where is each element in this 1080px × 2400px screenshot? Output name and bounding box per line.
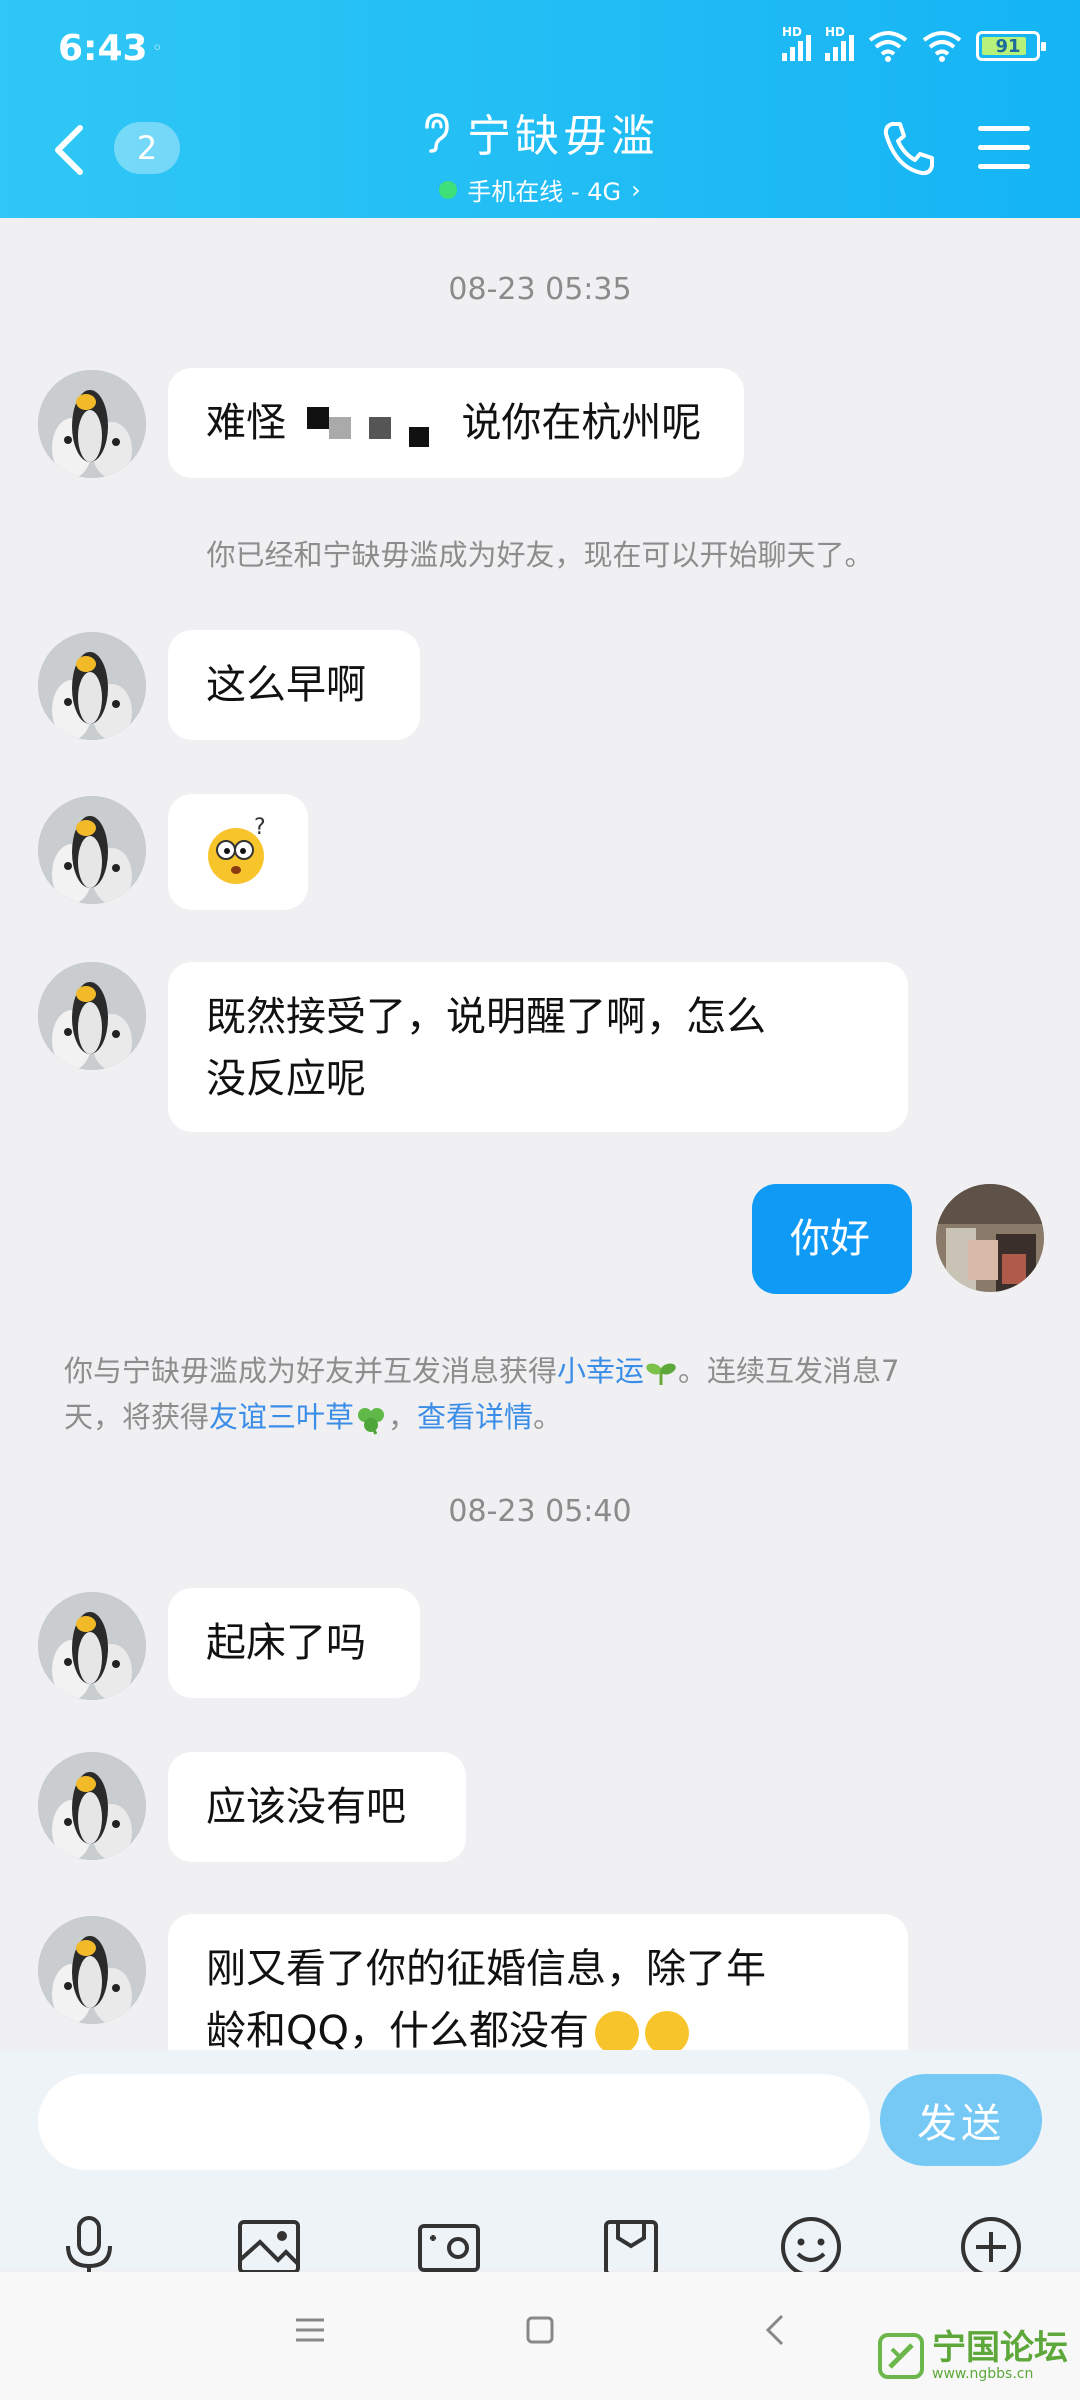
watermark-url: www.ngbbs.cn [932,2366,1034,2382]
status-time: 6:43 [58,28,148,69]
grin-emoji-icon [594,2011,639,2055]
grin-emoji-icon [644,2011,689,2055]
message-bubble[interactable]: ? [168,794,308,910]
message-text: 说你在杭州呢 [461,400,702,446]
phone-icon[interactable] [882,120,934,176]
contact-avatar[interactable] [38,1592,146,1700]
notification-dot-icon: ◦ [152,38,163,59]
chat-title: 宁缺毋滥 [467,111,659,162]
send-button[interactable]: 发送 [880,2074,1042,2166]
message-text: 龄和QQ，什么都没有 [206,2008,589,2054]
signal-icon: HD [782,25,811,61]
notice-text: 。连续互发消息7 [678,1354,900,1388]
hd-label: HD [782,25,803,39]
notice-text: ， [388,1400,418,1434]
battery-icon: 91 [976,31,1046,61]
message-bubble[interactable]: 起床了吗 [168,1588,420,1698]
notice-text: 你与宁缺毋滥成为好友并互发消息获得 [64,1354,558,1388]
home-icon[interactable] [520,2310,560,2350]
message-bubble[interactable]: 这么早啊 [168,630,420,740]
battery-level: 91 [995,35,1021,57]
contact-avatar[interactable] [38,796,146,904]
status-icons: HD HD 91 [782,25,1046,62]
contact-avatar[interactable] [38,370,146,478]
contact-avatar[interactable] [38,1916,146,2024]
forum-logo-icon [878,2333,924,2379]
message-bubble[interactable]: 应该没有吧 [168,1752,466,1862]
my-avatar[interactable] [936,1184,1044,1292]
message-text: 难怪 [206,400,286,446]
sprout-icon [646,1363,676,1385]
lucky-link[interactable]: 小幸运 [557,1354,644,1388]
online-status[interactable]: 手机在线 - 4G › [0,172,1080,207]
contact-avatar[interactable] [38,1752,146,1860]
watermark-name: 宁国论坛 [932,2328,1068,2368]
back-nav-icon[interactable] [756,2310,796,2350]
contact-avatar[interactable] [38,962,146,1070]
friendship-notice: 你与宁缺毋滥成为好友并互发消息获得小幸运 。连续互发消息7 天，将获得友谊三叶草 ，… [64,1348,1024,1440]
composer: 发送 [0,2050,1080,2278]
online-dot-icon [439,180,458,199]
signal-icon-2: HD [825,25,854,61]
online-status-text: 手机在线 - 4G [467,178,622,206]
system-notice: 你已经和宁缺毋滥成为好友，现在可以开始聊天了。 [206,538,874,572]
wifi-icon [868,31,908,62]
timestamp: 08-23 05:40 [448,1494,632,1529]
clover-icon [358,1408,385,1435]
clover-link[interactable]: 友谊三叶草 [209,1400,354,1434]
message-text: 刚又看了你的征婚信息，除了年 [206,1946,766,1992]
chat-header: 6:43 ◦ HD HD 91 2 宁缺毋滥 手机在线 - 4G › [0,0,1080,218]
message-text: 应该没有吧 [206,1784,406,1830]
message-text: 没反应呢 [206,1056,366,1102]
notice-text: 。 [533,1400,563,1434]
menu-icon[interactable] [978,126,1030,170]
svg-text:?: ? [254,816,266,840]
message-text: 这么早啊 [206,662,366,708]
message-text: 起床了吗 [206,1620,366,1666]
chevron-right-icon: › [631,175,641,204]
status-bar: 6:43 ◦ HD HD 91 [0,0,1080,100]
notice-text: 天，将获得 [64,1400,210,1434]
message-text: 既然接受了，说明醒了啊，怎么 [206,994,766,1040]
message-bubble[interactable]: 既然接受了，说明醒了啊，怎么 没反应呢 [168,962,908,1132]
hd-label: HD [825,25,846,39]
confused-emoji-icon: ? [208,816,266,884]
recent-apps-icon[interactable] [290,2310,330,2350]
wifi-icon-2 [922,31,962,62]
view-details-link[interactable]: 查看详情 [417,1400,533,1434]
timestamp: 08-23 05:35 [448,272,632,307]
message-text: 你好 [790,1216,870,1262]
my-message-bubble[interactable]: 你好 [752,1184,912,1294]
message-input[interactable] [38,2074,870,2170]
message-bubble[interactable]: 难怪 说你在杭州呢 [168,368,744,478]
contact-avatar[interactable] [38,632,146,740]
ear-icon [425,113,449,153]
redacted-text [299,405,449,447]
watermark: 宁国论坛 www.ngbbs.cn [878,2330,1068,2382]
